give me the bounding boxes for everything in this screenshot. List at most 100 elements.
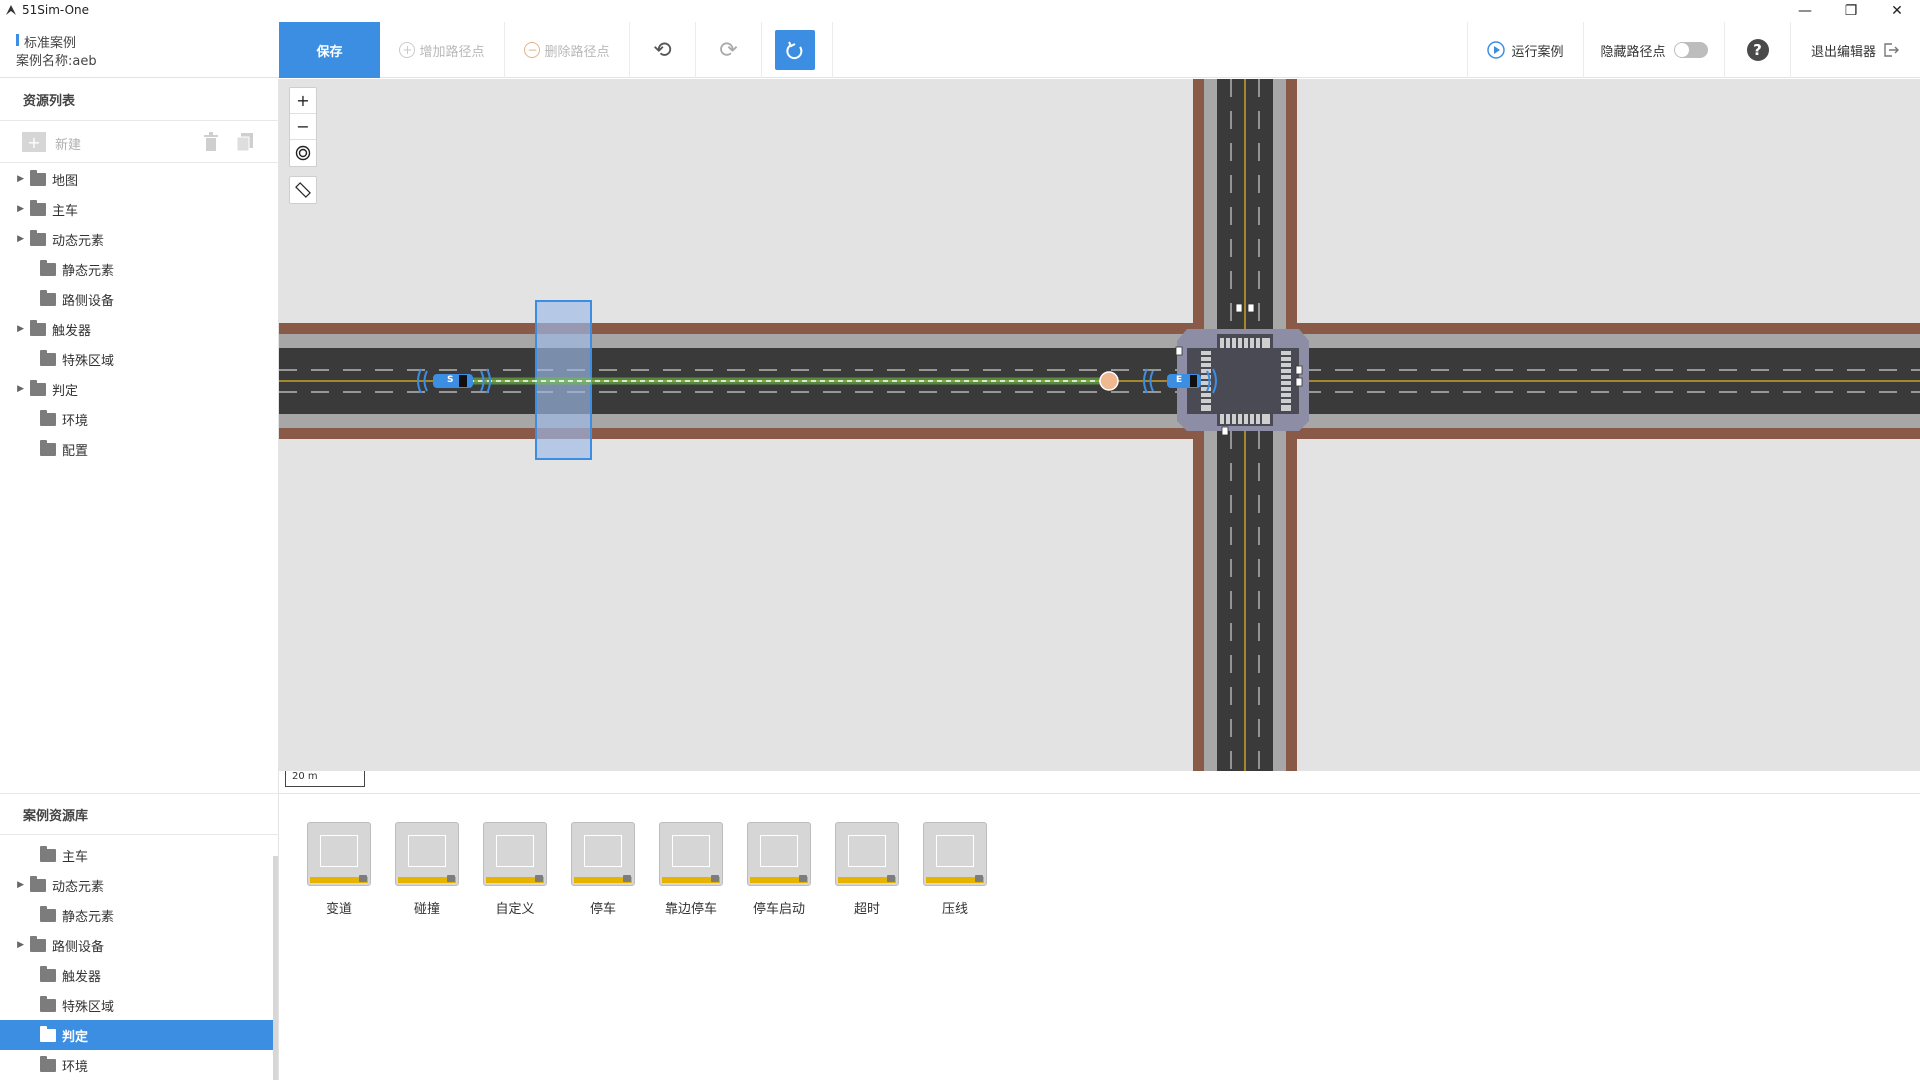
parking-icon — [571, 822, 635, 886]
undo-icon: ⟲ — [653, 37, 672, 63]
library-tree-label: 触发器 — [62, 969, 102, 985]
map-canvas[interactable]: S E + − — [279, 79, 1920, 771]
save-label: 保存 — [316, 44, 343, 60]
minimize-button[interactable]: — — [1782, 0, 1828, 22]
resource-tree-item[interactable]: ▶ 地图 — [0, 164, 273, 194]
folder-icon — [30, 199, 46, 216]
expand-arrow-icon[interactable]: ▶ — [0, 384, 30, 394]
redo-button[interactable]: ⟳ — [696, 22, 762, 78]
timeout-icon — [835, 822, 899, 886]
resource-list-header: 资源列表 — [0, 79, 279, 121]
close-button[interactable]: ✕ — [1874, 0, 1920, 22]
resource-list-title: 资源列表 — [23, 94, 76, 109]
recenter-button[interactable] — [290, 140, 316, 166]
add-waypoint-button[interactable]: + 增加路径点 — [380, 22, 505, 78]
resource-tree-item[interactable]: ▶ 动态元素 — [0, 224, 273, 254]
title-bar: 51Sim-One — ❐ ✕ — [0, 0, 1920, 22]
resource-tree-item[interactable]: ▶ 触发器 — [0, 314, 273, 344]
folder-icon — [40, 995, 56, 1012]
new-label[interactable]: 新建 — [55, 134, 81, 153]
road-network — [279, 79, 1920, 771]
judgement-tile[interactable]: 靠边停车 — [659, 822, 723, 917]
folder-icon — [40, 905, 56, 922]
library-tree-item[interactable]: ▶ 动态元素 — [0, 870, 273, 900]
ego-vehicle-label[interactable]: S — [447, 375, 453, 385]
resource-tree-label: 配置 — [62, 443, 89, 459]
folder-icon — [30, 935, 46, 952]
folder-icon — [40, 409, 56, 426]
case-info: 标准案例 案例名称:aeb — [0, 22, 279, 78]
copy-icon[interactable] — [236, 132, 254, 152]
resource-tree-item[interactable]: 路侧设备 — [0, 284, 273, 314]
resource-tree-item[interactable]: 配置 — [0, 434, 273, 464]
help-button[interactable]: ? — [1725, 22, 1791, 78]
add-circle-icon: + — [399, 42, 416, 58]
judgement-tile[interactable]: 超时 — [835, 822, 899, 917]
judgement-tile[interactable]: 停车 — [571, 822, 635, 917]
expand-arrow-icon[interactable]: ▶ — [0, 940, 30, 950]
library-scrollbar[interactable] — [273, 856, 278, 1080]
expand-arrow-icon[interactable]: ▶ — [0, 880, 30, 890]
hide-waypoints-control: 隐藏路径点 — [1584, 22, 1725, 78]
judgement-tile-label: 靠边停车 — [664, 902, 717, 917]
resource-tree-item[interactable]: 环境 — [0, 404, 273, 434]
library-tree-item[interactable]: ▶ 路侧设备 — [0, 930, 273, 960]
expand-arrow-icon[interactable]: ▶ — [0, 174, 30, 184]
save-button[interactable]: 保存 — [279, 22, 380, 78]
zoom-in-button[interactable]: + — [290, 88, 316, 114]
connect-tool-button[interactable] — [775, 22, 815, 78]
resource-tree-item[interactable]: 特殊区域 — [0, 344, 273, 374]
resource-tree-item[interactable]: 静态元素 — [0, 254, 273, 284]
library-tree-item[interactable]: 环境 — [0, 1050, 273, 1080]
resource-tree-label: 特殊区域 — [62, 353, 115, 369]
new-icon[interactable]: + — [22, 132, 46, 152]
folder-icon — [30, 379, 46, 396]
exit-editor-button[interactable]: 退出编辑器 — [1791, 22, 1920, 78]
play-circle-icon — [1487, 41, 1506, 59]
case-library-header: 案例资源库 — [0, 793, 279, 835]
run-case-button[interactable]: 运行案例 — [1467, 22, 1584, 78]
folder-icon — [40, 289, 56, 306]
judgement-tile[interactable]: 自定义 — [483, 822, 547, 917]
run-case-label: 运行案例 — [1511, 44, 1564, 60]
lock-icon — [535, 875, 543, 882]
folder-icon — [40, 1055, 56, 1072]
custom-icon — [483, 822, 547, 886]
library-tree-label: 环境 — [62, 1059, 89, 1075]
target-vehicle-label[interactable]: E — [1176, 375, 1182, 385]
measure-button[interactable] — [289, 176, 317, 204]
judgement-tile[interactable]: 变道 — [307, 822, 371, 917]
zoom-out-button[interactable]: − — [290, 114, 316, 140]
redo-icon: ⟳ — [719, 37, 738, 63]
judgement-tile[interactable]: 压线 — [923, 822, 987, 917]
library-tree-item[interactable]: 主车 — [0, 840, 273, 870]
resource-tree-item[interactable]: ▶ 主车 — [0, 194, 273, 224]
app-title: 51Sim-One — [22, 3, 90, 17]
folder-icon — [30, 229, 46, 246]
judgement-tile[interactable]: 碰撞 — [395, 822, 459, 917]
lock-icon — [887, 875, 895, 882]
hide-waypoints-toggle[interactable] — [1673, 42, 1708, 58]
resource-tree-label: 主车 — [52, 203, 79, 219]
exit-editor-label: 退出编辑器 — [1810, 44, 1876, 60]
maximize-button[interactable]: ❐ — [1828, 0, 1874, 22]
undo-button[interactable]: ⟲ — [630, 22, 696, 78]
expand-arrow-icon[interactable]: ▶ — [0, 324, 30, 334]
library-tree-item[interactable]: 触发器 — [0, 960, 273, 990]
resource-tree-item[interactable]: ▶ 判定 — [0, 374, 273, 404]
lock-icon — [975, 875, 983, 882]
library-tree-item[interactable]: 特殊区域 — [0, 990, 273, 1020]
judgement-tile-label: 变道 — [325, 902, 352, 917]
delete-icon[interactable] — [203, 132, 219, 152]
judgement-tile[interactable]: 停车启动 — [747, 822, 811, 917]
resource-actions: + 新建 — [0, 121, 279, 163]
library-tree-item[interactable]: 静态元素 — [0, 900, 273, 930]
library-tree-label: 路侧设备 — [52, 939, 105, 955]
delete-waypoint-button[interactable]: − 删除路径点 — [505, 22, 630, 78]
library-tree-item[interactable]: 判定 — [0, 1020, 273, 1050]
judgement-tile-label: 停车 — [589, 902, 616, 917]
resource-tree-label: 动态元素 — [52, 233, 105, 249]
expand-arrow-icon[interactable]: ▶ — [0, 204, 30, 214]
expand-arrow-icon[interactable]: ▶ — [0, 234, 30, 244]
resource-tree-label: 路侧设备 — [62, 293, 115, 309]
